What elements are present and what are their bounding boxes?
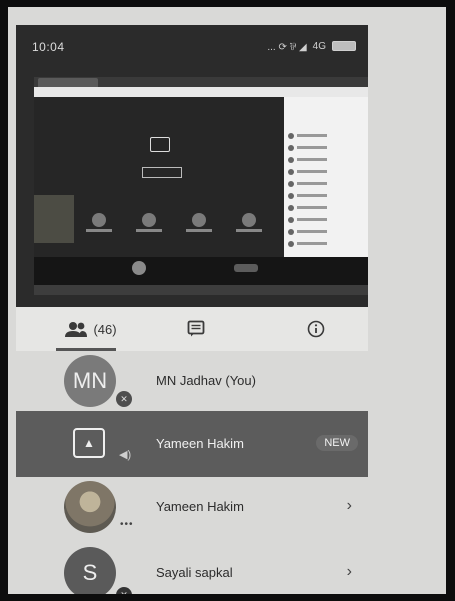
participant-name: Sayali sapkal bbox=[156, 565, 233, 580]
mic-off-icon: ✕ bbox=[116, 391, 132, 407]
speaker-muted-icon: ◀) bbox=[119, 449, 132, 461]
participant-tile bbox=[132, 209, 166, 239]
tab-people[interactable]: (46) bbox=[46, 307, 136, 351]
participant-tiles bbox=[34, 205, 284, 243]
participant-name: Yameen Hakim bbox=[156, 436, 244, 451]
meeting-tabs: (46) bbox=[16, 307, 368, 351]
side-row bbox=[288, 163, 364, 175]
presenting-icon: ▲ bbox=[73, 428, 105, 458]
present-icon bbox=[150, 137, 170, 152]
presentation-preview: 10:04 ... ⟳ ⅌ ◢ 4G bbox=[16, 25, 368, 307]
avatar: S bbox=[64, 547, 116, 594]
status-icons: ... ⟳ ⅌ ◢ 4G bbox=[267, 39, 356, 53]
tab-info[interactable] bbox=[286, 307, 346, 351]
chevron-right-icon[interactable]: › bbox=[347, 563, 352, 581]
participant-name: MN Jadhav (You) bbox=[156, 373, 256, 388]
side-row bbox=[288, 127, 364, 139]
avatar-photo bbox=[64, 481, 116, 533]
side-row bbox=[288, 223, 364, 235]
participant-row-presenting[interactable]: ▲ ◀) Yameen Hakim NEW bbox=[16, 411, 368, 477]
participant-tile bbox=[182, 209, 216, 239]
browser-tab bbox=[38, 78, 98, 87]
browser-urlbar bbox=[34, 87, 368, 97]
side-row bbox=[288, 199, 364, 211]
participant-count: (46) bbox=[93, 321, 117, 337]
people-icon bbox=[65, 322, 88, 337]
participant-tile bbox=[232, 209, 266, 239]
avatar: MN bbox=[64, 355, 116, 407]
stop-presenting-button bbox=[142, 167, 182, 178]
side-row bbox=[288, 235, 364, 247]
tab-chat[interactable] bbox=[166, 307, 226, 351]
participant-row[interactable]: S ✕ Sayali sapkal › bbox=[16, 543, 368, 594]
info-icon bbox=[307, 320, 325, 338]
shared-participants-panel bbox=[284, 97, 368, 257]
avatar-initials: MN bbox=[72, 368, 108, 393]
participant-tile bbox=[82, 209, 116, 239]
status-time: 10:04 bbox=[32, 40, 65, 54]
taskbar bbox=[34, 285, 368, 295]
participant-row[interactable]: MN ✕ MN Jadhav (You) bbox=[16, 351, 368, 411]
photographed-page: 10:04 ... ⟳ ⅌ ◢ 4G (46) MN ✕ MN Jadhav (… bbox=[8, 7, 446, 594]
present-button-preview bbox=[234, 264, 258, 272]
shared-call-controls bbox=[34, 257, 368, 285]
side-row bbox=[288, 139, 364, 151]
side-row bbox=[288, 211, 364, 223]
side-row bbox=[288, 151, 364, 163]
avatar-initials: S bbox=[82, 560, 98, 585]
mic-button-preview bbox=[132, 261, 146, 275]
more-options-icon[interactable]: ••• bbox=[120, 519, 134, 530]
battery-icon bbox=[332, 41, 356, 51]
mic-off-icon: ✕ bbox=[116, 587, 132, 594]
chat-icon bbox=[187, 320, 205, 337]
chevron-right-icon[interactable]: › bbox=[347, 497, 352, 515]
browser-tabbar bbox=[34, 77, 368, 87]
new-badge: NEW bbox=[316, 435, 358, 451]
side-row bbox=[288, 187, 364, 199]
side-row bbox=[288, 175, 364, 187]
status-indicators: ... ⟳ ⅌ ◢ bbox=[267, 42, 307, 53]
network-label: 4G bbox=[312, 40, 326, 52]
shared-meeting-view bbox=[34, 97, 284, 257]
shared-screen bbox=[34, 77, 368, 285]
participant-row[interactable]: ••• Yameen Hakim › bbox=[16, 477, 368, 537]
participant-name: Yameen Hakim bbox=[156, 499, 244, 514]
